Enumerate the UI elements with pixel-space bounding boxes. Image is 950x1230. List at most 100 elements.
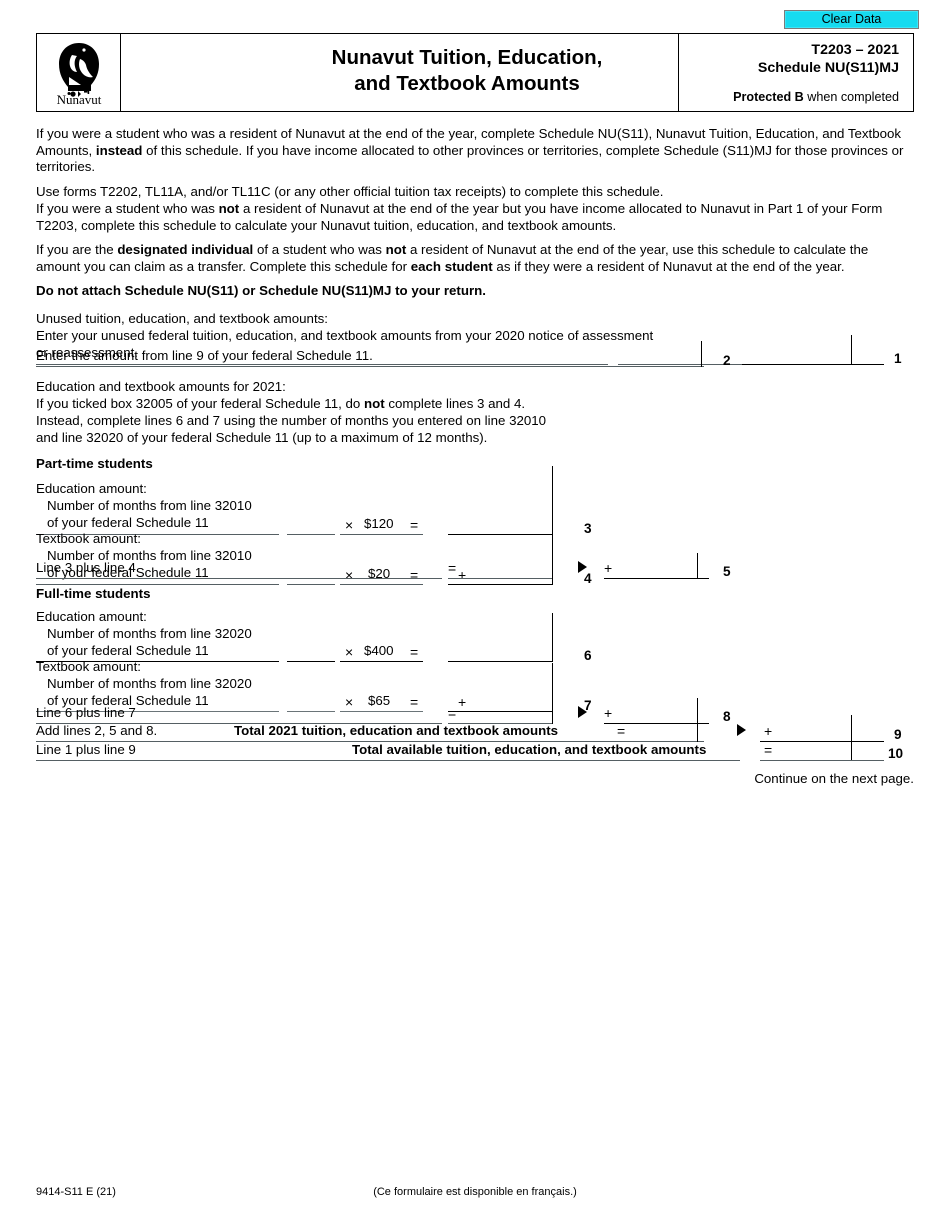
line6-rate-rule xyxy=(340,661,423,662)
intro-p3-a: If you are the xyxy=(36,242,118,257)
carry-arrow-icon-8 xyxy=(578,706,587,718)
protected-b-label: Protected B xyxy=(733,90,804,104)
education2021-p2: Instead, complete lines 6 and 7 using th… xyxy=(36,413,547,428)
form-header-box: Nunavut Nunavut Tuition, Education, and … xyxy=(36,33,914,112)
line3-equals-symbol: = xyxy=(410,517,419,533)
schedule-code: Schedule NU(S11)MJ xyxy=(757,59,899,76)
intro-p3-e: as if they were a resident of Nunavut at… xyxy=(492,258,845,274)
line-number-4: 4 xyxy=(584,571,592,586)
line9-plus-symbol: + xyxy=(764,723,773,739)
clear-data-button[interactable]: Clear Data xyxy=(784,10,919,29)
line6-rate: $400 xyxy=(364,643,394,658)
line6-months-underline xyxy=(287,661,335,662)
fulltime-education-sub1: Number of months from line 32020 xyxy=(47,626,252,641)
line-number-8: 8 xyxy=(723,709,731,724)
form-code: T2203 – 2021 xyxy=(811,42,899,58)
page-title: Nunavut Tuition, Education, and Textbook… xyxy=(227,45,707,97)
education2021-p3: and line 32020 of your federal Schedule … xyxy=(36,430,488,445)
line5-equals-symbol: = xyxy=(448,560,457,576)
svg-text:Nunavut: Nunavut xyxy=(56,92,101,105)
line5-carry-cents-tick xyxy=(697,553,698,579)
fulltime-heading: Full-time students xyxy=(36,586,151,601)
continue-next-page-note: Continue on the next page. xyxy=(754,771,914,786)
fulltime-education-label: Education amount: xyxy=(36,609,147,624)
line7-rate-rule xyxy=(340,711,423,712)
line-number-6: 6 xyxy=(584,648,592,663)
parttime-heading: Part-time students xyxy=(36,456,153,471)
nunavut-logo: Nunavut xyxy=(37,34,121,111)
header-right-panel: T2203 – 2021 Schedule NU(S11)MJ Protecte… xyxy=(678,34,906,111)
line6-cents-tick xyxy=(552,613,553,662)
unused-heading: Unused tuition, education, and textbook … xyxy=(36,311,328,326)
intro-paragraph-3: If you are the designated individual of … xyxy=(36,242,916,275)
line9-cents-tick xyxy=(697,716,698,742)
line4-result-underline xyxy=(448,584,553,585)
line-number-1: 1 xyxy=(894,351,902,366)
line8-cents-tick xyxy=(552,698,553,724)
line-number-3: 3 xyxy=(584,521,592,536)
intro-p1-bold: instead xyxy=(95,142,143,158)
intro-p2-b: If you were a student who was xyxy=(36,201,219,216)
protected-b-notice: Protected B when completed xyxy=(679,90,899,104)
line5-value-underline xyxy=(448,578,553,579)
line5-cents-tick xyxy=(552,553,553,579)
line8-label: Line 6 plus line 7 xyxy=(36,705,136,720)
education2021-p1: If you ticked box 32005 of your federal … xyxy=(36,396,525,413)
education2021-p1-bold: not xyxy=(363,396,385,411)
line6-multiply-symbol: × xyxy=(345,644,354,660)
do-not-attach-notice: Do not attach Schedule NU(S11) or Schedu… xyxy=(36,283,486,298)
line3-rate: $120 xyxy=(364,516,394,531)
line3-rate-rule xyxy=(340,534,423,535)
line10-value-underline xyxy=(760,760,884,761)
carry-arrow-icon-9 xyxy=(737,724,746,736)
line2-cents-tick xyxy=(701,341,702,367)
line7-result-underline xyxy=(448,711,553,712)
line9-carry-cents-tick xyxy=(851,715,852,760)
line5-carry-underline xyxy=(604,578,709,579)
intro-p3-bold-not: not xyxy=(385,242,407,257)
line5-label-rule xyxy=(36,578,442,579)
line4-months-underline xyxy=(287,584,335,585)
line10-label-rule xyxy=(36,760,740,761)
line4-rate: $20 xyxy=(368,566,391,581)
line7-equals-symbol: = xyxy=(410,694,419,710)
line4-label-rule xyxy=(36,584,279,585)
line5-plus-symbol: + xyxy=(604,560,613,576)
education2021-heading: Education and textbook amounts for 2021: xyxy=(36,379,286,394)
line10-title: Total available tuition, education, and … xyxy=(352,742,707,757)
carry-arrow-icon-5 xyxy=(578,561,587,573)
line9-equals-symbol: = xyxy=(617,723,626,739)
line2-field-underline xyxy=(608,366,704,367)
line3-months-underline xyxy=(287,534,335,535)
line-number-10: 10 xyxy=(888,746,904,761)
line7-multiply-symbol: × xyxy=(345,694,354,710)
line9-title: Total 2021 tuition, education and textbo… xyxy=(234,723,559,738)
intro-p3-c: of a student who was xyxy=(253,242,386,257)
parttime-textbook-label: Textbook amount: xyxy=(36,531,141,546)
line7-months-underline xyxy=(287,711,335,712)
intro-paragraph-2b: If you were a student who was not a resi… xyxy=(36,201,916,234)
line8-equals-symbol: = xyxy=(448,705,457,721)
line10-equals-symbol: = xyxy=(764,742,773,758)
line7-rate: $65 xyxy=(368,693,391,708)
intro-p3-bold-designated: designated individual xyxy=(117,242,254,257)
line6-result-underline xyxy=(448,661,553,662)
page-title-line2: and Textbook Amounts xyxy=(354,72,580,95)
line-number-9: 9 xyxy=(894,727,902,742)
parttime-education-sub1: Number of months from line 32010 xyxy=(47,498,252,513)
fulltime-textbook-label: Textbook amount: xyxy=(36,659,141,674)
line4-multiply-symbol: × xyxy=(345,567,354,583)
line1-text-a: Enter your unused federal tuition, educa… xyxy=(36,328,654,343)
line3-result-underline xyxy=(448,534,553,535)
line5-label: Line 3 plus line 4 xyxy=(36,560,136,575)
fulltime-textbook-sub1: Number of months from line 32020 xyxy=(47,676,252,691)
fulltime-education-sub2: of your federal Schedule 11 xyxy=(47,643,209,658)
intro-paragraph-2a: Use forms T2202, TL11A, and/or TL11C (or… xyxy=(36,184,916,201)
intro-p1-c: of this schedule. If you have income all… xyxy=(36,142,904,175)
line9-label: Add lines 2, 5 and 8. xyxy=(36,723,158,738)
line3-multiply-symbol: × xyxy=(345,517,354,533)
line6-equals-symbol: = xyxy=(410,644,419,660)
line9-carry-underline xyxy=(760,741,884,742)
education2021-p1-c: complete lines 3 and 4. xyxy=(384,396,526,411)
parttime-education-sub2: of your federal Schedule 11 xyxy=(47,515,209,530)
